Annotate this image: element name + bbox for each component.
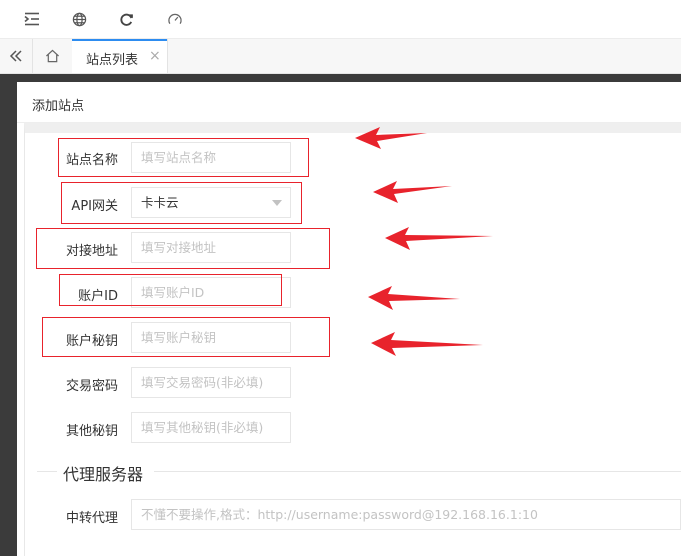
annotation-arrow-icon (368, 286, 460, 310)
annotation-arrows (355, 127, 493, 356)
annotation-arrow-icon (385, 227, 493, 250)
annotation-arrow-icon (355, 127, 427, 149)
annotation-arrow-icon (373, 181, 452, 203)
annotation-arrow-icon (371, 332, 483, 356)
